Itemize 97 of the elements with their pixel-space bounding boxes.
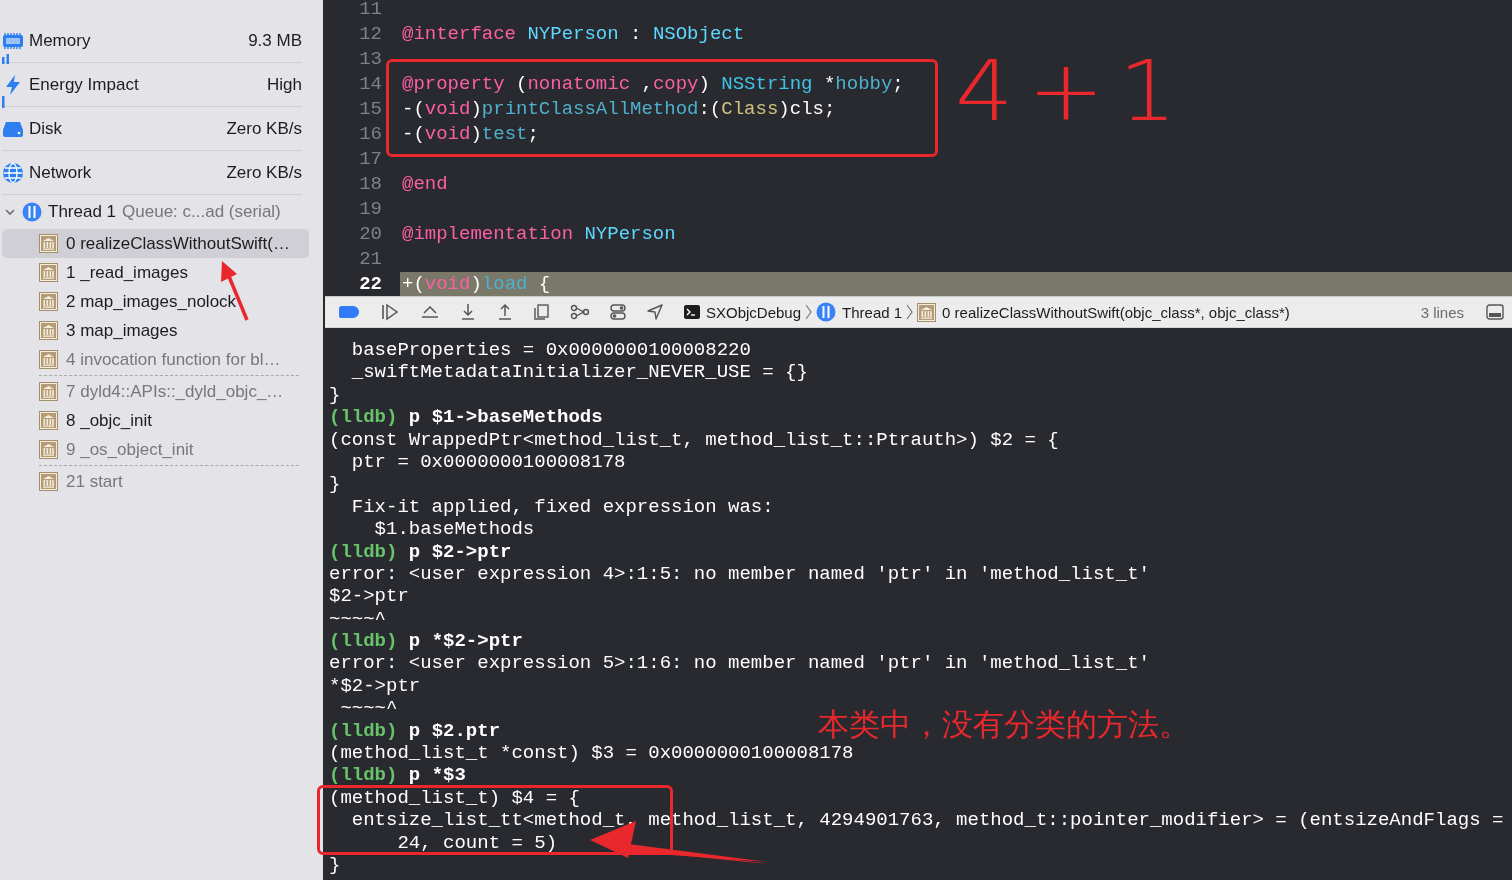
thread-name[interactable]: Thread 1 (48, 202, 117, 222)
globe-icon (2, 161, 24, 184)
frame-icon (39, 411, 58, 430)
console-command: (lldb) p $1->baseMethods (329, 406, 603, 429)
frame-icon (39, 263, 58, 282)
code-line: @property (nonatomic ,copy) NSString *hobby; (402, 73, 904, 95)
console-output: (method_list_t) $4 = { (329, 786, 580, 809)
continue-icon[interactable] (381, 303, 401, 321)
console-output: (method_list_t *const) $3 = 0x0000000100008178 (329, 742, 854, 765)
console-output: $2->ptr (329, 585, 409, 608)
panel-toggle-icon[interactable] (1486, 304, 1504, 320)
line-count-label: 3 lines (1420, 303, 1464, 321)
stack-frame[interactable]: 1 _read_images (2, 258, 309, 287)
frame-icon (39, 292, 58, 311)
stack-frame[interactable]: 4 invocation function for bl… (2, 345, 309, 374)
gauge-label[interactable]: Disk (29, 118, 227, 139)
memory-chip-icon (2, 31, 24, 50)
console-output: Fix-it applied, fixed expression was: (350, 495, 774, 518)
console-command: (lldb) p $2->ptr (329, 540, 512, 563)
code-line: -(void)test; (402, 123, 539, 145)
gauge-value: Zero KB/s (226, 118, 302, 139)
line-number: 14 (358, 72, 383, 97)
console-command: (lldb) p *$2->ptr (329, 630, 523, 653)
frame-icon (39, 321, 58, 340)
frame-icon (39, 382, 58, 401)
console-output: $1.baseMethods (373, 518, 535, 541)
code-line: -(void)printClassAllMethod:(Class)cls; (402, 98, 836, 120)
console-output: error: <user expression 5>:1:6: no member named 'ptr' in 'method_list_t' (329, 652, 1150, 675)
stack-frame[interactable]: 2 map_images_nolock (2, 287, 309, 316)
thread-queue: Queue: c...ad (serial) (122, 202, 281, 222)
code-line: @interface NYPerson : NSObject (402, 23, 745, 45)
console-output: } (329, 383, 341, 406)
location-arrow-icon[interactable] (646, 303, 664, 321)
console-command: (lldb) p *$3 (329, 764, 466, 787)
breadcrumb[interactable]: Thread 1 (816, 302, 903, 322)
breadcrumb[interactable]: SXObjcDebug (684, 303, 802, 321)
line-number: 15 (358, 97, 383, 122)
step-over-icon[interactable] (420, 303, 440, 321)
line-number: 16 (358, 122, 383, 147)
stack-frame[interactable]: 7 dyld4::APIs::_dyld_objc_… (2, 377, 309, 406)
gauge-label[interactable]: Memory (29, 30, 249, 51)
console-output: } (329, 854, 341, 876)
step-out-icon[interactable] (496, 303, 514, 321)
breadcrumb[interactable]: 0 realizeClassWithoutSwift(objc_class*, objc_class*) (917, 302, 1290, 322)
annotation-text: 本类中，没有分类的方法。 (818, 706, 1190, 744)
console-output: *$2->ptr (329, 674, 421, 697)
usage-bars-icon (2, 54, 10, 64)
console-output: ptr = 0x0000000100008178 (350, 450, 626, 473)
gauge-value: Zero KB/s (226, 162, 302, 183)
handwritten-note: 4+1 (955, 43, 1192, 140)
frame-icon (917, 302, 937, 322)
chevron-icon (805, 304, 813, 320)
line-number: 11 (358, 0, 383, 22)
stack-frame[interactable]: 9 _os_object_init (2, 435, 309, 464)
console-output: (const WrappedPtr<method_list_t, method_list_t::Ptrauth>) $2 = { (329, 428, 1059, 451)
console-output: ~~~~^ (339, 697, 398, 720)
console-command: (lldb) p $2.ptr (329, 719, 501, 742)
line-number: 19 (358, 197, 383, 222)
stack-frame[interactable]: 21 start (2, 467, 309, 496)
graph-icon[interactable] (570, 303, 590, 321)
stack-frame[interactable]: 0 realizeClassWithoutSwift(… (2, 229, 309, 258)
breakpoints-toggle[interactable] (339, 306, 359, 318)
frame-icon (39, 234, 58, 253)
terminal-icon (684, 305, 700, 319)
step-in-icon[interactable] (459, 303, 477, 321)
code-line: @implementation NYPerson (402, 223, 676, 245)
line-number: 17 (358, 147, 383, 172)
gauge-label[interactable]: Network (29, 162, 227, 183)
line-number: 12 (358, 22, 383, 47)
toggles-icon[interactable] (609, 303, 627, 321)
thread-icon (816, 302, 837, 322)
code-line: @end (402, 173, 448, 195)
frame-icon (39, 350, 58, 369)
line-number: 21 (358, 247, 383, 272)
code-line: +(void)load { (402, 273, 551, 295)
gauge-label[interactable]: Energy Impact (29, 74, 268, 95)
gauge-value: High (267, 74, 302, 95)
thread-icon (22, 202, 42, 222)
console-output: 24, count = 5) (396, 831, 558, 854)
console-output: ~~~~^ (329, 607, 386, 630)
frame-icon (39, 440, 58, 459)
line-number: 22 (358, 272, 383, 296)
gauge-value: 9.3 MB (248, 30, 302, 51)
stack-frame[interactable]: 8 _objc_init (2, 406, 309, 435)
console-output: error: <user expression 4>:1:5: no member named 'ptr' in 'method_list_t' (329, 562, 1150, 585)
line-number: 18 (358, 172, 383, 197)
chevron-icon[interactable] (4, 206, 16, 218)
frame-icon (39, 472, 58, 491)
console-output: _swiftMetadataInitializer_NEVER_USE = {} (350, 361, 808, 384)
console-output: } (329, 473, 341, 496)
stack-frame[interactable]: 3 map_images (2, 316, 309, 345)
line-number: 13 (358, 47, 383, 72)
chevron-icon (906, 304, 914, 320)
usage-bars-icon (2, 96, 5, 108)
line-number: 20 (358, 222, 383, 247)
layers-icon[interactable] (533, 303, 551, 321)
console-output: baseProperties = 0x0000000100008220 (350, 339, 751, 361)
